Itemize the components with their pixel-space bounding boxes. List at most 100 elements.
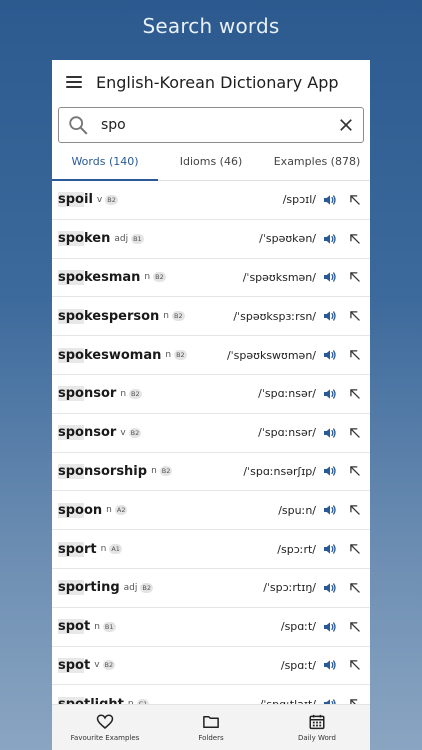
word-row[interactable]: sporting adj B2/ˈspɔːrtɪŋ/	[52, 569, 370, 608]
tab-words[interactable]: Words (140)	[52, 143, 158, 181]
speaker-icon[interactable]	[322, 308, 338, 324]
nav-label: Folders	[198, 734, 224, 742]
word-rest: nsorship	[83, 463, 148, 479]
word-row[interactable]: spoken adj B1/ˈspəʊkən/	[52, 220, 370, 259]
nav-folders[interactable]: Folders	[158, 705, 264, 750]
part-of-speech: n	[120, 388, 127, 399]
word-match-highlight: spo	[58, 231, 84, 247]
clear-icon[interactable]	[337, 116, 355, 134]
pronunciation: /spuːn/	[278, 503, 316, 517]
word-rest: rting	[83, 580, 120, 596]
word-text: sponsor	[58, 425, 116, 441]
insert-arrow-icon[interactable]	[348, 581, 362, 595]
word-rest: kesperson	[83, 308, 160, 324]
speaker-icon[interactable]	[322, 619, 338, 635]
word-match-highlight: spo	[58, 192, 84, 208]
insert-arrow-icon[interactable]	[348, 309, 362, 323]
tab-idioms[interactable]: Idioms (46)	[158, 143, 264, 180]
word-row[interactable]: spoil v B2/spɔɪl/	[52, 181, 370, 220]
word-row[interactable]: sponsor v B2/ˈspɑːnsər/	[52, 414, 370, 453]
tab-bar: Words (140) Idioms (46) Examples (878)	[52, 143, 370, 181]
word-match-highlight: spo	[58, 657, 84, 673]
word-row[interactable]: spoon n A2/spuːn/	[52, 491, 370, 531]
part-of-speech: n	[163, 311, 170, 322]
speaker-icon[interactable]	[322, 347, 338, 363]
app-bar: English-Korean Dictionary App	[52, 60, 370, 104]
pronunciation: /ˈspəʊkswʊmən/	[226, 348, 316, 362]
pronunciation: /ˈspɑːnsər/	[258, 426, 316, 440]
level-badge: B2	[128, 427, 142, 438]
word-text: spoken	[58, 231, 111, 247]
speaker-icon[interactable]	[322, 580, 338, 596]
word-row[interactable]: sponsor n B2/ˈspɑːnsər/	[52, 375, 370, 414]
level-badge: A2	[114, 505, 128, 516]
insert-arrow-icon[interactable]	[348, 348, 362, 362]
part-of-speech: v	[120, 427, 126, 438]
word-match-highlight: spo	[58, 308, 84, 324]
word-text: spot	[58, 657, 90, 673]
tab-examples[interactable]: Examples (878)	[264, 143, 370, 180]
part-of-speech: n	[144, 272, 151, 283]
speaker-icon[interactable]	[322, 502, 338, 518]
nav-label: Favourite Examples	[70, 734, 140, 742]
word-row[interactable]: sport n A1/spɔːrt/	[52, 530, 370, 569]
pronunciation: /ˈspɑːnsərʃɪp/	[243, 464, 316, 478]
word-match-highlight: spo	[58, 541, 84, 557]
word-text: spokesperson	[58, 308, 160, 324]
hamburger-menu-icon[interactable]	[66, 76, 82, 88]
speaker-icon[interactable]	[322, 386, 338, 402]
insert-arrow-icon[interactable]	[348, 620, 362, 634]
word-rest: ken	[83, 231, 111, 247]
word-row[interactable]: spotlight n C1/ˈspɑːtlaɪt/	[52, 685, 370, 705]
pronunciation: /ˈspəʊksmən/	[242, 270, 316, 284]
insert-arrow-icon[interactable]	[348, 426, 362, 440]
pronunciation: /ˈspəʊkspɜːrsn/	[233, 309, 316, 323]
speaker-icon[interactable]	[322, 541, 338, 557]
insert-arrow-icon[interactable]	[348, 387, 362, 401]
insert-arrow-icon[interactable]	[348, 193, 362, 207]
word-rest: kesman	[83, 269, 141, 285]
search-input[interactable]	[101, 117, 337, 133]
word-text: spoil	[58, 192, 93, 208]
nav-daily-word[interactable]: Daily Word	[264, 705, 370, 750]
insert-arrow-icon[interactable]	[348, 542, 362, 556]
speaker-icon[interactable]	[322, 231, 338, 247]
insert-arrow-icon[interactable]	[348, 232, 362, 246]
word-text: sponsor	[58, 386, 117, 402]
insert-arrow-icon[interactable]	[348, 658, 362, 672]
word-text: spoon	[58, 502, 102, 518]
word-row[interactable]: spokeswoman n B2/ˈspəʊkswʊmən/	[52, 336, 370, 375]
pronunciation: /ˈspɑːnsər/	[258, 387, 316, 401]
word-match-highlight: spo	[58, 619, 84, 635]
part-of-speech: n	[106, 505, 112, 516]
word-rest: nsor	[83, 386, 117, 402]
word-row[interactable]: spot n B1/spɑːt/	[52, 608, 370, 647]
part-of-speech: v	[94, 660, 100, 671]
word-text: spot	[58, 619, 90, 635]
level-badge: B2	[105, 194, 118, 205]
word-row[interactable]: sponsorship n B2/ˈspɑːnsərʃɪp/	[52, 453, 370, 492]
speaker-icon[interactable]	[322, 425, 338, 441]
search-box[interactable]	[58, 107, 364, 143]
word-match-highlight: spo	[58, 386, 84, 402]
word-row[interactable]: spot v B2/spɑːt/	[52, 647, 370, 686]
speaker-icon[interactable]	[322, 463, 338, 479]
word-row[interactable]: spokesman n B2/ˈspəʊksmən/	[52, 259, 370, 298]
word-match-highlight: spo	[58, 502, 84, 518]
speaker-icon[interactable]	[322, 269, 338, 285]
insert-arrow-icon[interactable]	[348, 503, 362, 517]
screen-caption: Search words	[142, 14, 280, 38]
part-of-speech: v	[96, 194, 103, 205]
level-badge: A1	[109, 544, 122, 555]
pronunciation: /ˈspəʊkən/	[259, 232, 316, 246]
speaker-icon[interactable]	[322, 192, 338, 208]
level-badge: B2	[172, 311, 185, 322]
level-badge: B1	[102, 621, 116, 632]
speaker-icon[interactable]	[322, 657, 338, 673]
insert-arrow-icon[interactable]	[348, 270, 362, 284]
word-rest: il	[83, 192, 93, 208]
part-of-speech: adj	[123, 582, 138, 593]
word-row[interactable]: spokesperson n B2/ˈspəʊkspɜːrsn/	[52, 297, 370, 337]
insert-arrow-icon[interactable]	[348, 464, 362, 478]
nav-favourite-examples[interactable]: Favourite Examples	[52, 705, 158, 750]
